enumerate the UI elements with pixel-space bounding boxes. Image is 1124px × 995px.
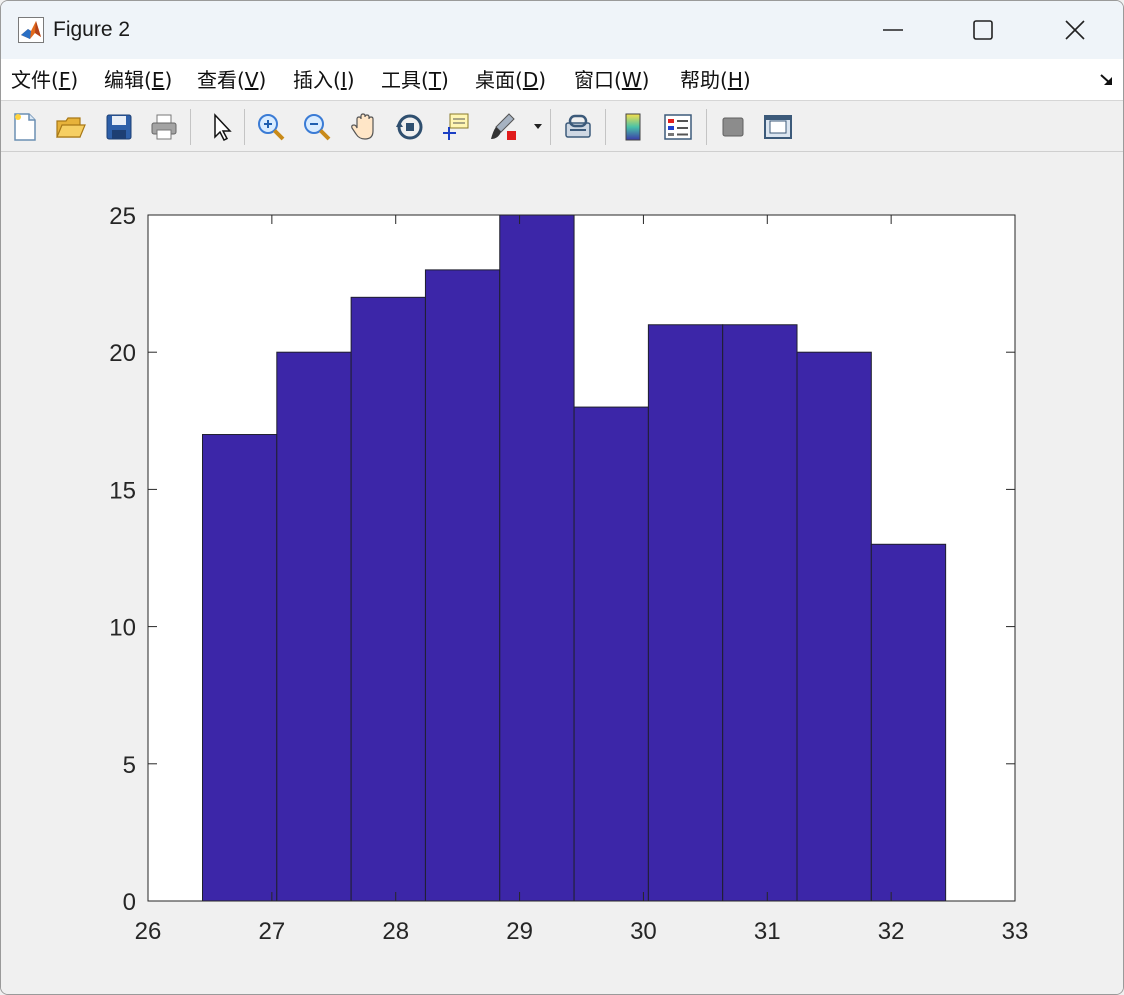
save-icon: [106, 114, 132, 140]
pointer-icon: [214, 113, 232, 142]
x-tick-label: 26: [135, 918, 162, 945]
legend-button[interactable]: [660, 109, 696, 145]
menu-edit[interactable]: 编辑(E): [104, 66, 172, 94]
histogram-bar-8[interactable]: [722, 324, 798, 902]
open-file-button[interactable]: [52, 109, 88, 145]
menu-file[interactable]: 文件(F): [11, 66, 78, 94]
minimize-button[interactable]: [847, 1, 939, 59]
histogram-chart[interactable]: 26 27 28 29 30 31 32 33 0 5 10 15 20 25: [0, 151, 1122, 993]
dock-arrow-icon[interactable]: [1099, 72, 1115, 88]
link-plot-icon: [565, 114, 591, 138]
y-tick-label: 25: [109, 203, 136, 230]
histogram-bar-7[interactable]: [647, 324, 724, 902]
rotate-3d-button[interactable]: [392, 109, 428, 145]
histogram-bar-9[interactable]: [796, 351, 872, 902]
x-tick-label: 27: [259, 918, 286, 945]
save-button[interactable]: [101, 109, 137, 145]
title-bar[interactable]: Figure 2: [1, 1, 1123, 59]
minimize-icon: [883, 29, 903, 31]
histogram-bar-4[interactable]: [424, 269, 501, 902]
show-plot-tools-button[interactable]: [760, 109, 796, 145]
data-cursor-button[interactable]: [438, 109, 474, 145]
histogram-bar-6[interactable]: [573, 406, 649, 902]
maximize-icon: [973, 20, 993, 40]
y-tick-label: 10: [109, 615, 136, 642]
toolbar-separator: [244, 109, 245, 145]
x-tick-label: 33: [1002, 918, 1029, 945]
data-cursor-icon: [443, 113, 469, 140]
pan-button[interactable]: [346, 109, 382, 145]
toolbar-separator: [605, 109, 606, 145]
show-plot-tools-icon: [764, 115, 792, 139]
menu-insert[interactable]: 插入(I): [293, 66, 355, 94]
zoom-out-button[interactable]: [299, 109, 335, 145]
y-tick-label: 15: [109, 477, 136, 504]
rotate-3d-icon: [396, 114, 423, 140]
histogram-bar-1[interactable]: [201, 434, 278, 902]
window-title: Figure 2: [53, 18, 131, 41]
legend-icon: [664, 114, 692, 140]
matlab-logo-icon: [18, 17, 44, 43]
histogram-bar-10[interactable]: [870, 543, 947, 902]
brush-icon: [491, 113, 516, 140]
menu-tools[interactable]: 工具(T): [381, 66, 449, 94]
figure-toolbar: [1, 101, 1123, 152]
toolbar-separator: [550, 109, 551, 145]
brush-dropdown-icon[interactable]: [533, 123, 543, 131]
toolbar-separator: [706, 109, 707, 145]
menu-desktop[interactable]: 桌面(D): [475, 66, 546, 94]
x-tick-label: 29: [506, 918, 533, 945]
brush-button[interactable]: [485, 109, 521, 145]
new-figure-button[interactable]: [7, 109, 43, 145]
menu-help[interactable]: 帮助(H): [680, 66, 751, 94]
x-tick-label: 30: [630, 918, 657, 945]
maximize-button[interactable]: [937, 1, 1029, 59]
link-plot-button[interactable]: [560, 109, 596, 145]
colorbar-icon: [625, 113, 641, 141]
x-tick-label: 28: [382, 918, 409, 945]
y-tick-label: 5: [123, 752, 136, 779]
hide-plot-tools-button[interactable]: [715, 109, 751, 145]
new-figure-icon: [14, 113, 36, 141]
toolbar-separator: [190, 109, 191, 145]
close-button[interactable]: [1029, 1, 1121, 59]
menu-window[interactable]: 窗口(W): [574, 66, 649, 94]
menu-view[interactable]: 查看(V): [197, 66, 266, 94]
open-file-icon: [56, 117, 86, 138]
print-button[interactable]: [146, 109, 182, 145]
menu-bar: 文件(F) 编辑(E) 查看(V) 插入(I) 工具(T) 桌面(D) 窗口(W…: [1, 59, 1123, 101]
close-icon: [1065, 20, 1085, 40]
histogram-bar-3[interactable]: [350, 296, 426, 902]
zoom-out-icon: [304, 114, 331, 141]
histogram-bar-5[interactable]: [499, 214, 575, 902]
x-tick-label: 31: [754, 918, 781, 945]
colorbar-button[interactable]: [615, 109, 651, 145]
pointer-button[interactable]: [203, 109, 239, 145]
zoom-in-icon: [258, 114, 285, 141]
y-tick-label: 0: [123, 889, 136, 916]
histogram-bar-2[interactable]: [276, 351, 352, 902]
x-tick-label: 32: [878, 918, 905, 945]
y-tick-label: 20: [109, 340, 136, 367]
hide-plot-tools-icon: [722, 117, 744, 137]
print-icon: [151, 114, 177, 140]
pan-hand-icon: [351, 113, 374, 140]
zoom-in-button[interactable]: [253, 109, 289, 145]
